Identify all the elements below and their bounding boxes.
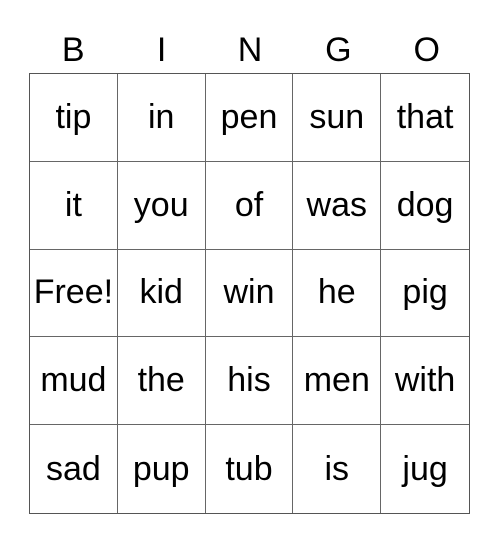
bingo-cell[interactable]: he xyxy=(293,249,382,338)
header-letter: O xyxy=(413,31,440,69)
bingo-cell[interactable]: of xyxy=(205,161,294,250)
bingo-cell[interactable]: sun xyxy=(293,74,382,162)
bingo-cell[interactable]: pen xyxy=(205,74,294,162)
bingo-cell[interactable]: his xyxy=(205,337,294,426)
bingo-cell[interactable]: that xyxy=(381,74,469,162)
bingo-card: tip in pen sun that it you of was dog Fr… xyxy=(29,73,470,514)
bingo-cell[interactable]: it xyxy=(30,161,118,250)
header-letter: I xyxy=(156,31,167,69)
bingo-header: B I N G O xyxy=(29,30,471,70)
bingo-cell[interactable]: with xyxy=(381,337,469,426)
bingo-cell[interactable]: sad xyxy=(30,425,118,513)
bingo-cell[interactable]: is xyxy=(293,425,382,513)
bingo-cell[interactable]: men xyxy=(293,337,382,426)
bingo-cell[interactable]: the xyxy=(117,337,206,426)
header-letter: B xyxy=(61,31,85,69)
bingo-cell[interactable]: was xyxy=(293,161,382,250)
bingo-cell[interactable]: in xyxy=(117,74,206,162)
bingo-cell[interactable]: pup xyxy=(118,425,206,513)
bingo-cell[interactable]: pig xyxy=(381,250,469,338)
bingo-cell[interactable]: kid xyxy=(117,249,206,338)
bingo-cell[interactable]: tub xyxy=(206,425,294,513)
bingo-cell[interactable]: dog xyxy=(381,162,469,250)
bingo-cell[interactable]: tip xyxy=(30,74,118,162)
header-letter: N xyxy=(237,31,263,69)
bingo-cell[interactable]: win xyxy=(205,249,294,338)
free-space-cell[interactable]: Free! xyxy=(30,249,118,338)
bingo-cell[interactable]: jug xyxy=(381,425,469,513)
header-letter: G xyxy=(325,31,352,69)
bingo-cell[interactable]: mud xyxy=(30,337,118,426)
bingo-cell[interactable]: you xyxy=(117,161,206,250)
